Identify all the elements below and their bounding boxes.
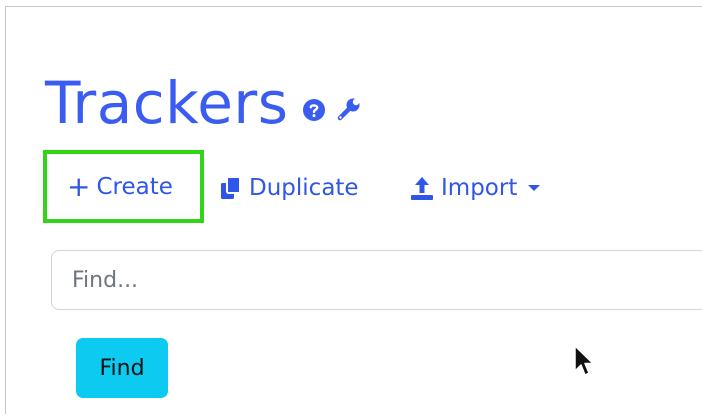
page-header: Trackers — [45, 68, 362, 138]
mouse-cursor-icon — [574, 345, 594, 376]
create-label: Create — [96, 173, 173, 200]
question-circle-icon[interactable] — [302, 98, 326, 122]
caret-down-icon — [528, 185, 541, 191]
duplicate-button[interactable]: Duplicate — [218, 170, 359, 206]
search-input[interactable] — [51, 250, 702, 310]
import-dropdown[interactable]: Import — [408, 170, 546, 206]
wrench-icon[interactable] — [336, 96, 362, 122]
import-label: Import — [441, 175, 518, 201]
plus-icon: + — [67, 169, 91, 203]
find-button[interactable]: Find — [76, 338, 168, 398]
toolbar: + Create Duplicate Import — [0, 150, 702, 226]
upload-icon — [411, 177, 433, 200]
duplicate-label: Duplicate — [249, 175, 359, 201]
create-button[interactable]: + Create — [43, 150, 204, 223]
copy-icon — [221, 176, 241, 199]
page-title: Trackers — [45, 69, 289, 137]
